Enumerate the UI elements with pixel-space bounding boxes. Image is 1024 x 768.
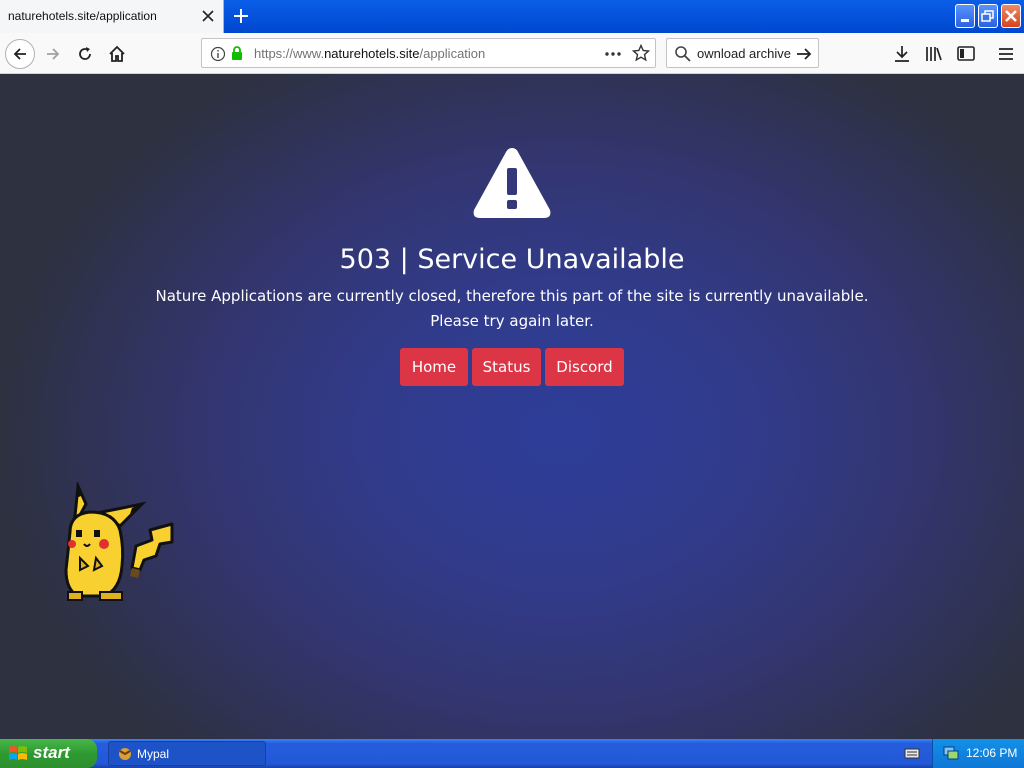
window-close-button[interactable] [1001, 4, 1021, 28]
lock-icon[interactable] [230, 45, 244, 61]
page-actions-icon[interactable] [604, 46, 622, 62]
warning-icon [473, 148, 551, 218]
url-domain: naturehotels.site [324, 46, 420, 61]
taskbar-item-mypal[interactable]: Mypal [108, 741, 266, 766]
forward-button[interactable] [38, 39, 68, 69]
keyboard-icon[interactable] [904, 746, 920, 760]
error-message: Nature Applications are currently closed… [155, 287, 869, 305]
page-content: 503 | Service Unavailable Nature Applica… [0, 74, 1024, 739]
retry-message: Please try again later. [430, 312, 594, 330]
windows-logo-icon [9, 746, 27, 760]
tab-close-icon[interactable] [198, 6, 218, 26]
search-go-arrow-icon[interactable] [795, 45, 813, 63]
clock: 12:06 PM [966, 746, 1018, 760]
navigation-toolbar: https://www.naturehotels.site/applicatio… [0, 33, 1024, 74]
status-button[interactable]: Status [472, 348, 541, 386]
back-button[interactable] [5, 39, 35, 69]
address-bar[interactable]: https://www.naturehotels.site/applicatio… [201, 38, 656, 68]
reload-button[interactable] [70, 39, 100, 69]
tab-title: naturehotels.site/application [8, 9, 157, 23]
library-icon[interactable] [924, 44, 944, 64]
start-label: start [33, 743, 70, 762]
maximize-button[interactable] [978, 4, 998, 28]
restore-icon [981, 10, 994, 22]
search-input[interactable]: ownload archive [697, 46, 791, 61]
home-toolbar-button[interactable] [102, 39, 132, 69]
tab-strip: naturehotels.site/application [0, 0, 1024, 33]
url-path: /application [419, 46, 486, 61]
url-prefix: https://www. [254, 46, 325, 61]
reload-icon [79, 47, 91, 60]
network-icon[interactable] [943, 745, 959, 761]
close-icon [1005, 10, 1017, 22]
pikachu-sprite [64, 482, 174, 601]
menu-icon[interactable] [996, 44, 1016, 64]
browser-tab-active[interactable]: naturehotels.site/application [0, 0, 224, 33]
home-icon [109, 45, 125, 62]
bookmark-star-icon[interactable] [632, 44, 650, 62]
page-title: 503 | Service Unavailable [339, 244, 685, 275]
taskbar: start Mypal 12:06 PM [0, 739, 1024, 768]
info-icon[interactable] [210, 46, 226, 62]
discord-button[interactable]: Discord [545, 348, 624, 386]
taskbar-item-label: Mypal [137, 747, 170, 761]
back-arrow-icon [13, 48, 26, 60]
mypal-app-icon [119, 748, 131, 760]
downloads-icon[interactable] [892, 44, 912, 64]
minimize-icon [961, 19, 969, 22]
forward-arrow-icon [47, 48, 60, 60]
url-text[interactable]: https://www.naturehotels.site/applicatio… [254, 46, 485, 61]
minimize-button[interactable] [955, 4, 975, 28]
home-button[interactable]: Home [400, 348, 468, 386]
search-icon [675, 46, 691, 62]
sidebar-icon[interactable] [956, 44, 976, 64]
system-tray: 12:06 PM [932, 739, 1024, 768]
new-tab-icon[interactable] [230, 5, 252, 27]
start-button[interactable]: start [0, 739, 97, 768]
search-bar[interactable]: ownload archive [666, 38, 819, 68]
